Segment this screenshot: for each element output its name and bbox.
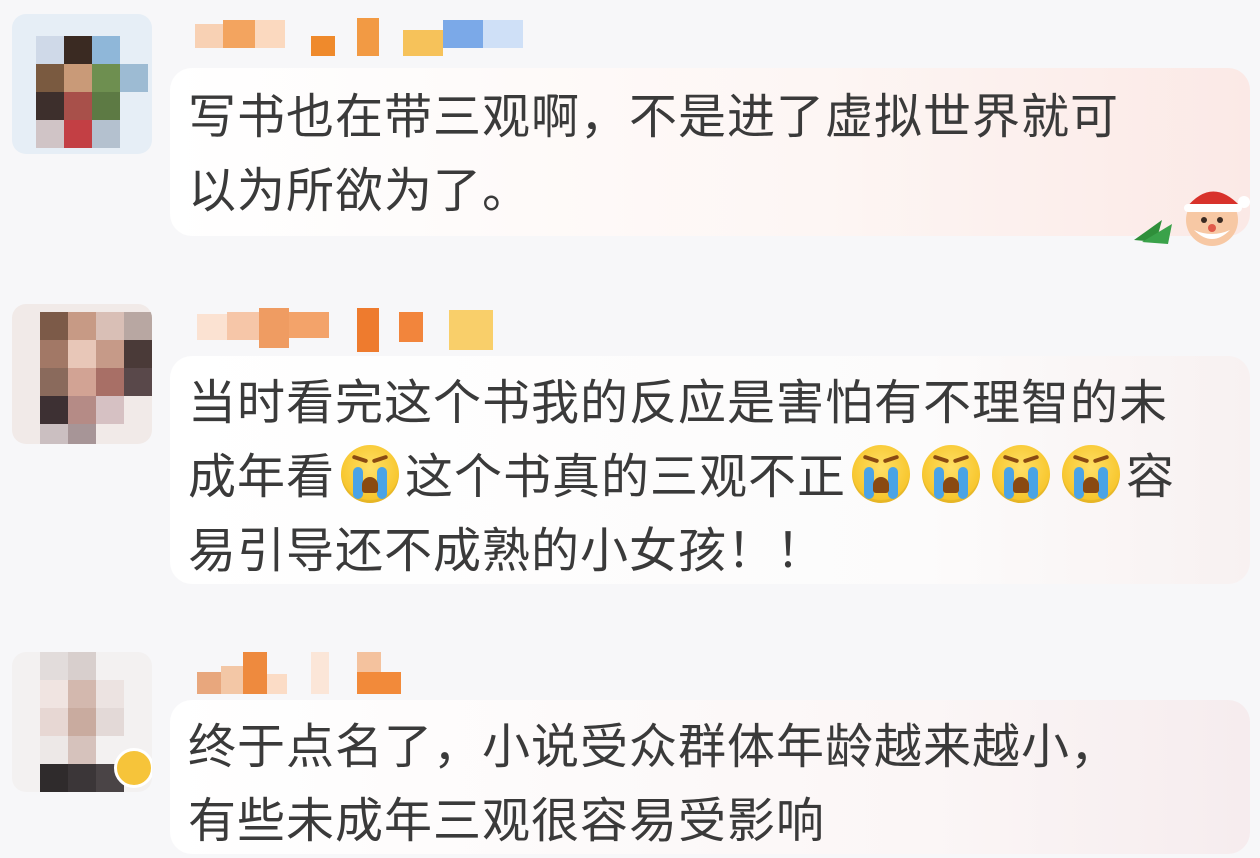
comment-line: 易引导还不成熟的小女孩！！ bbox=[188, 523, 826, 579]
comment-segment: 容 bbox=[1126, 449, 1176, 505]
comment-line: 终于点名了，小说受众群体年龄越来越小， bbox=[188, 719, 1120, 775]
comment-line: 有些未成年三观很容易受影响 bbox=[188, 793, 826, 849]
comment-text: 当时看完这个书我的反应是害怕有不理智的未 成年看 这个书真的三观不正 容 易引导还不… bbox=[188, 366, 1248, 588]
comment-2: 当时看完这个书我的反应是害怕有不理智的未 成年看 这个书真的三观不正 容 易引导还不… bbox=[0, 280, 1260, 610]
crying-face-emoji-icon bbox=[341, 445, 400, 503]
comment-line: 以为所欲为了。 bbox=[188, 163, 532, 219]
username-redacted[interactable] bbox=[195, 304, 555, 352]
comment-line: 写书也在带三观啊，不是进了虚拟世界就可 bbox=[188, 89, 1120, 145]
username-redacted[interactable] bbox=[195, 12, 555, 60]
comment-line: 成年看 这个书真的三观不正 容 bbox=[188, 440, 1248, 514]
username-redacted[interactable] bbox=[195, 646, 555, 694]
comment-3: 终于点名了，小说受众群体年龄越来越小， 有些未成年三观很容易受影响 bbox=[0, 630, 1260, 854]
crying-face-emoji-icon bbox=[992, 445, 1051, 503]
comment-1: 写书也在带三观啊，不是进了虚拟世界就可 以为所欲为了。 bbox=[0, 0, 1260, 270]
crying-face-emoji-icon bbox=[852, 445, 911, 503]
verified-badge-icon bbox=[114, 748, 152, 788]
user-avatar[interactable] bbox=[12, 304, 152, 444]
user-avatar[interactable] bbox=[12, 652, 152, 792]
comment-segment: 成年看 bbox=[188, 449, 336, 505]
comment-segment: 这个书真的三观不正 bbox=[405, 449, 847, 505]
santa-sticker-icon bbox=[1134, 191, 1250, 246]
crying-face-emoji-icon bbox=[922, 445, 981, 503]
comment-text: 写书也在带三观啊，不是进了虚拟世界就可 以为所欲为了。 bbox=[188, 80, 1248, 228]
comment-line: 当时看完这个书我的反应是害怕有不理智的未 bbox=[188, 375, 1169, 431]
comment-text: 终于点名了，小说受众群体年龄越来越小， 有些未成年三观很容易受影响 bbox=[188, 710, 1248, 858]
crying-face-emoji-icon bbox=[1062, 445, 1121, 503]
user-avatar[interactable] bbox=[12, 14, 152, 154]
